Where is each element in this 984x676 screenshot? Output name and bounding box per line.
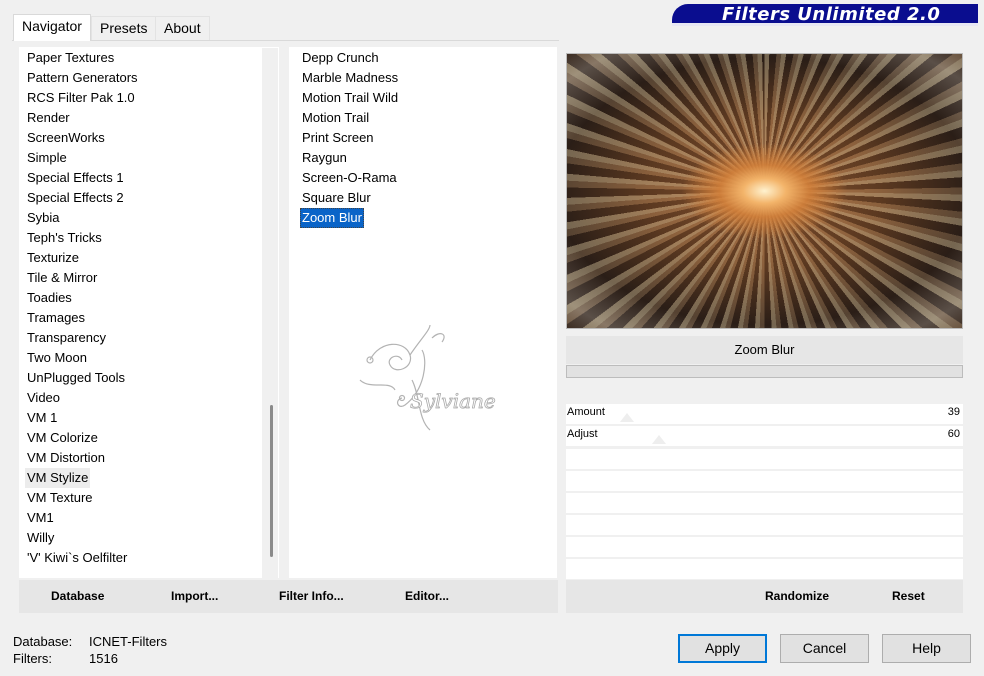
preview-filter-name: Zoom Blur — [566, 336, 963, 364]
param-empty-slot — [566, 493, 963, 513]
filter-info-button[interactable]: Filter Info... — [279, 589, 344, 603]
filter-item[interactable]: Depp Crunch — [300, 48, 381, 68]
database-button[interactable]: Database — [51, 589, 104, 603]
watermark-logo: Sylviane — [359, 324, 496, 431]
tab-presets[interactable]: Presets — [91, 16, 157, 40]
reset-button[interactable]: Reset — [892, 589, 925, 603]
param-empty-slot — [566, 471, 963, 491]
param-amount-value: 39 — [947, 406, 960, 418]
watermark-text: Sylviane — [410, 389, 496, 413]
param-empty-slot — [566, 537, 963, 557]
category-item[interactable]: VM Stylize — [25, 468, 91, 488]
category-item[interactable]: RCS Filter Pak 1.0 — [25, 88, 137, 108]
param-adjust-value: 60 — [947, 428, 960, 440]
help-button[interactable]: Help — [882, 634, 971, 663]
param-empty-slot — [566, 449, 963, 469]
param-amount-slider[interactable]: Amount 39 — [566, 404, 963, 424]
category-item[interactable]: Tramages — [25, 308, 87, 328]
app-title-banner: Filters Unlimited 2.0 — [672, 4, 978, 26]
category-item[interactable]: Video — [25, 388, 62, 408]
category-item[interactable]: Special Effects 1 — [25, 168, 126, 188]
category-item[interactable]: Sybia — [25, 208, 62, 228]
tabs-divider — [12, 40, 559, 41]
tab-navigator[interactable]: Navigator — [13, 14, 91, 41]
param-adjust-slider[interactable]: Adjust 60 — [566, 426, 963, 446]
status-database-value: ICNET-Filters — [89, 634, 167, 649]
filter-list[interactable]: Depp Crunch Marble Madness Motion Trail Wi… — [289, 47, 557, 578]
category-item[interactable]: Willy — [25, 528, 56, 548]
status-filters-value: 1516 — [89, 651, 118, 666]
category-item[interactable]: VM Colorize — [25, 428, 100, 448]
category-item[interactable]: Paper Textures — [25, 48, 116, 68]
param-adjust-label: Adjust — [567, 428, 598, 440]
filter-item[interactable]: Square Blur — [300, 188, 373, 208]
category-item[interactable]: Toadies — [25, 288, 74, 308]
param-amount-thumb[interactable] — [619, 413, 634, 422]
status-filters-label: Filters: — [13, 651, 52, 666]
category-item[interactable]: Simple — [25, 148, 69, 168]
editor-button[interactable]: Editor... — [405, 589, 449, 603]
category-item[interactable]: VM Distortion — [25, 448, 107, 468]
apply-button[interactable]: Apply — [678, 634, 767, 663]
cancel-button[interactable]: Cancel — [780, 634, 869, 663]
category-item[interactable]: VM Texture — [25, 488, 95, 508]
tab-about[interactable]: About — [155, 16, 210, 40]
preview-progress-bar — [566, 365, 963, 378]
category-item[interactable]: Two Moon — [25, 348, 89, 368]
category-item[interactable]: Texturize — [25, 248, 81, 268]
category-item[interactable]: Render — [25, 108, 72, 128]
param-adjust-thumb[interactable] — [652, 435, 667, 444]
filter-item[interactable]: Zoom Blur — [300, 208, 364, 228]
param-empty-slot — [566, 559, 963, 579]
category-item[interactable]: Special Effects 2 — [25, 188, 126, 208]
category-list[interactable]: Paper Textures Pattern Generators RCS Filt… — [19, 47, 279, 578]
category-item[interactable]: ScreenWorks — [25, 128, 107, 148]
filter-item[interactable]: Motion Trail — [300, 108, 371, 128]
category-item[interactable]: VM 1 — [25, 408, 59, 428]
category-item[interactable]: Tile & Mirror — [25, 268, 99, 288]
import-button[interactable]: Import... — [171, 589, 218, 603]
category-scrollbar-thumb[interactable] — [270, 405, 273, 557]
category-item[interactable]: Pattern Generators — [25, 68, 140, 88]
filter-item[interactable]: Screen-O-Rama — [300, 168, 399, 188]
filter-item[interactable]: Marble Madness — [300, 68, 400, 88]
category-item[interactable]: Teph's Tricks — [25, 228, 104, 248]
param-empty-slot — [566, 515, 963, 535]
category-item[interactable]: VM1 — [25, 508, 56, 528]
randomize-button[interactable]: Randomize — [765, 589, 829, 603]
filter-item[interactable]: Print Screen — [300, 128, 376, 148]
status-database-label: Database: — [13, 634, 73, 649]
preview-image — [566, 53, 963, 329]
app-title: Filters Unlimited 2.0 — [722, 4, 941, 25]
filter-item[interactable]: Raygun — [300, 148, 349, 168]
filter-item[interactable]: Motion Trail Wild — [300, 88, 400, 108]
param-amount-label: Amount — [567, 406, 605, 418]
category-item[interactable]: UnPlugged Tools — [25, 368, 127, 388]
category-item[interactable]: Transparency — [25, 328, 108, 348]
category-item[interactable]: 'V' Kiwi`s Oelfilter — [25, 548, 129, 568]
